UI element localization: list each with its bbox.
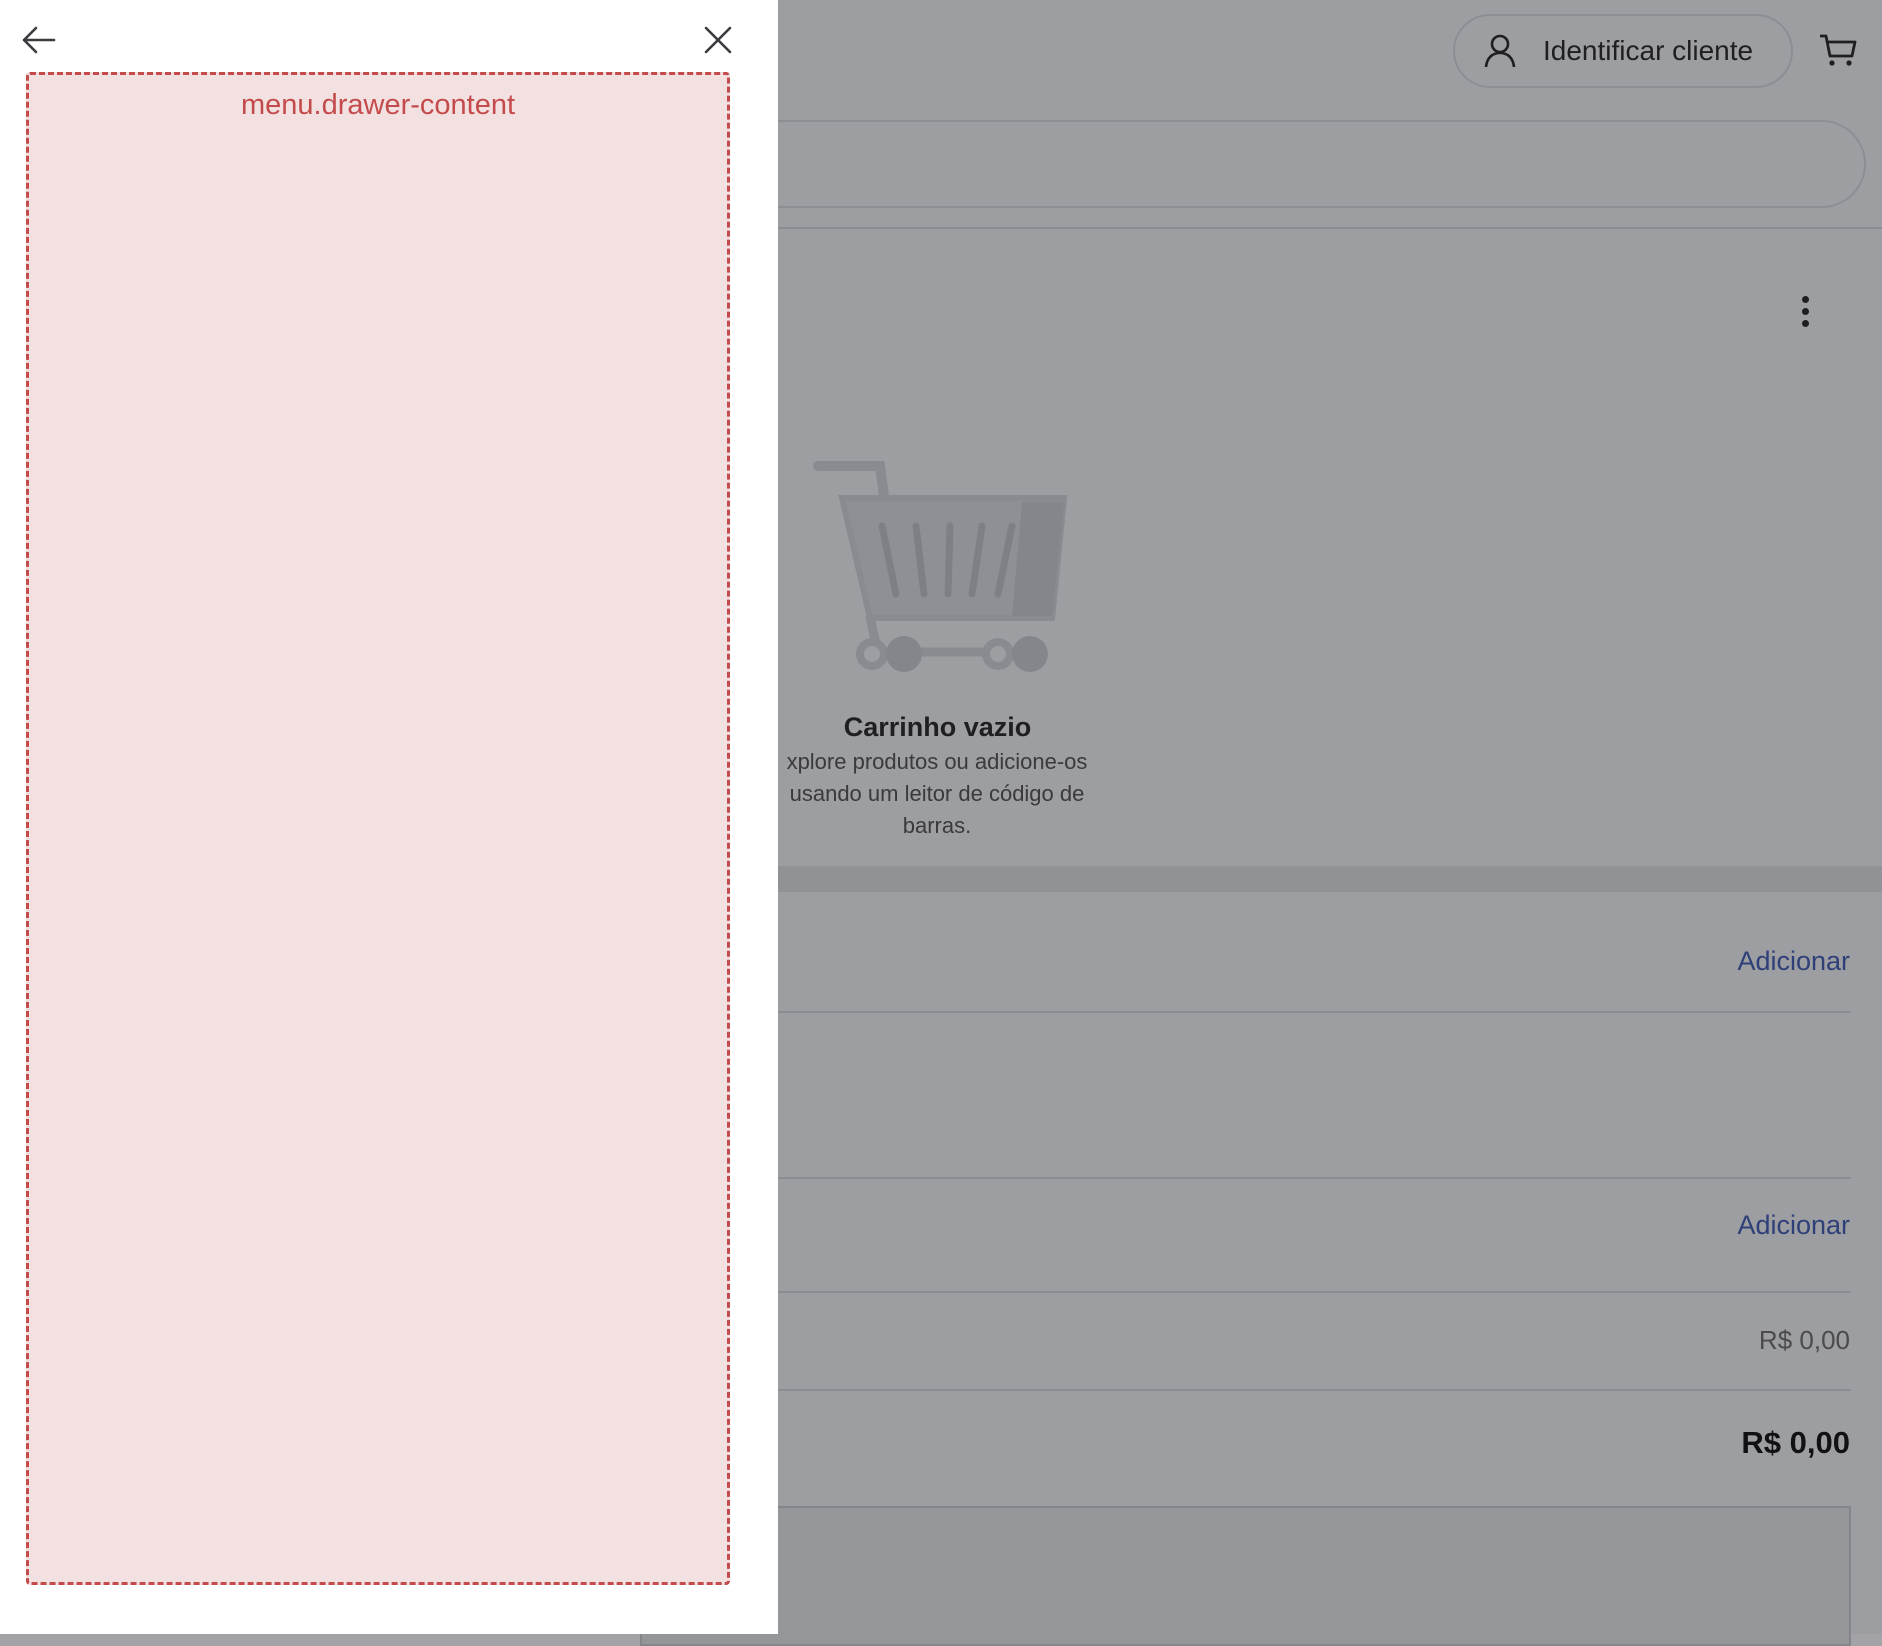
arrow-left-icon[interactable]: [20, 24, 56, 56]
identify-customer-label: Identificar cliente: [1543, 35, 1754, 66]
menu-drawer: menu.drawer-content: [0, 0, 778, 1634]
drawer-content: menu.drawer-content: [26, 72, 730, 1585]
total-value: R$ 0,00: [1741, 1425, 1850, 1460]
subtotal-value: R$ 0,00: [1758, 1325, 1850, 1355]
add-link-1[interactable]: Adicionar: [1700, 946, 1850, 977]
empty-cart-description: xplore produtos ou adicione-os usando um…: [786, 749, 1088, 838]
divider: [778, 227, 1882, 229]
divider: [778, 1011, 1851, 1013]
divider: [778, 1389, 1851, 1391]
checkout-area[interactable]: [640, 1506, 1851, 1646]
divider: [778, 1177, 1851, 1179]
identify-customer-button[interactable]: Identificar cliente: [1453, 14, 1793, 88]
empty-cart-illustration-icon: [813, 461, 1068, 672]
close-icon[interactable]: [702, 24, 734, 56]
drawer-content-label: menu.drawer-content: [240, 89, 516, 121]
user-icon: [1484, 34, 1516, 68]
more-vertical-icon[interactable]: [1790, 296, 1820, 336]
add-link-2[interactable]: Adicionar: [1700, 1210, 1850, 1241]
divider: [778, 1291, 1851, 1293]
cart-icon[interactable]: [1818, 30, 1858, 70]
